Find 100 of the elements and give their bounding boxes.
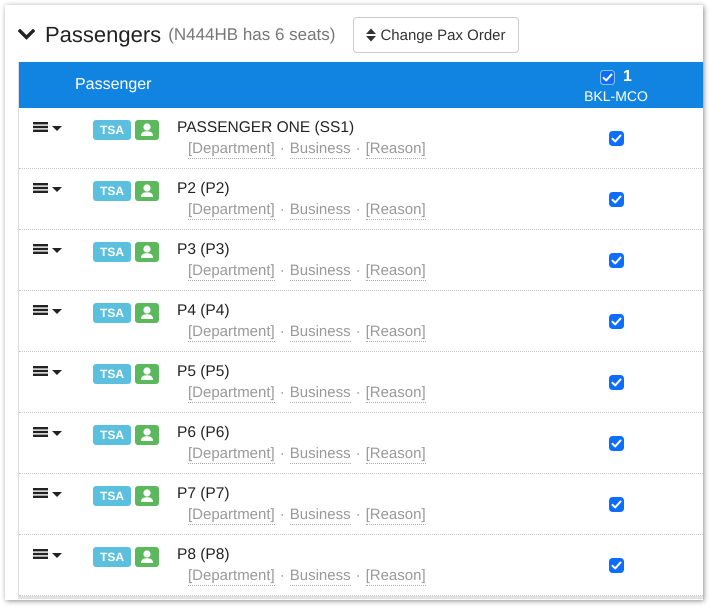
seat-count-text: (N444HB has 6 seats) [168,25,336,45]
detail-link[interactable]: [Department] [188,323,275,342]
detail-link[interactable]: [Department] [188,506,275,525]
detail-link[interactable]: Business [290,384,351,403]
caret-icon [52,431,62,436]
leg-checkbox[interactable] [600,70,616,84]
detail-link[interactable]: Business [290,262,351,281]
tag-badge: TSA [93,486,131,506]
separator-dot: · [280,567,285,585]
detail-link[interactable]: Business [290,445,351,464]
separator-dot: · [280,445,285,463]
detail-link[interactable]: [Reason] [366,323,426,342]
passenger-name: P5 (P5) [177,362,231,382]
separator-dot: · [280,506,285,524]
separator-dot: · [356,262,361,280]
person-icon [135,486,159,506]
caret-icon [52,248,62,253]
sort-icon [366,27,376,43]
detail-link[interactable]: [Reason] [366,262,426,281]
caret-icon [52,553,62,558]
detail-link[interactable]: Business [290,140,351,159]
menu-icon [33,366,48,376]
tag-badge: TSA [93,181,131,201]
row-menu-button[interactable] [33,488,62,498]
separator-dot: · [280,323,285,341]
checkbox[interactable] [608,374,624,390]
separator-dot: · [356,201,361,219]
checkbox[interactable] [608,130,624,146]
detail-link[interactable]: [Reason] [366,567,426,586]
separator-dot: · [280,262,285,280]
detail-link[interactable]: [Department] [188,201,275,220]
separator-dot: · [280,140,285,158]
person-icon [135,364,159,384]
tag-badge: TSA [93,364,131,384]
detail-link[interactable]: [Reason] [366,506,426,525]
section-title: Passengers [45,22,162,48]
row-menu-button[interactable] [33,366,62,376]
detail-link[interactable]: Business [290,323,351,342]
separator-dot: · [356,445,361,463]
menu-icon [33,122,48,132]
passenger-name: P4 (P4) [177,301,231,321]
tag-badge: TSA [93,425,131,445]
menu-icon [33,244,48,254]
row-menu-button[interactable] [33,244,62,254]
menu-icon [33,488,48,498]
checkbox[interactable] [608,558,624,572]
person-icon [135,425,159,445]
menu-icon [33,427,48,437]
separator-dot: · [280,384,285,402]
passenger-name: P8 (P8) [177,545,231,565]
caret-icon [52,187,62,192]
detail-link[interactable]: [Department] [188,445,275,464]
person-icon [135,242,159,262]
detail-link[interactable]: [Reason] [366,201,426,220]
detail-link[interactable]: [Department] [188,567,275,586]
column-header: Passenger [75,76,152,94]
checkbox[interactable] [608,252,624,268]
menu-icon [33,183,48,193]
tag-badge: TSA [93,120,131,140]
separator-dot: · [356,323,361,341]
caret-icon [52,370,62,375]
passenger-name: PASSENGER ONE (SS1) [177,118,356,138]
tag-badge: TSA [93,303,131,323]
row-menu-button[interactable] [33,427,62,437]
checkbox[interactable] [608,314,624,328]
person-icon [135,303,159,323]
person-icon [135,547,159,567]
menu-icon [33,549,48,559]
detail-link[interactable]: Business [290,567,351,586]
detail-link[interactable]: Business [290,201,351,220]
caret-icon [52,492,62,497]
detail-link[interactable]: [Reason] [366,445,426,464]
detail-link[interactable]: [Reason] [366,384,426,403]
passenger-name: P3 (P3) [177,240,231,260]
checkbox[interactable] [608,192,624,206]
detail-link[interactable]: [Department] [188,140,275,159]
leg-route: BKL-MCO [584,88,648,104]
detail-link[interactable]: [Department] [188,384,275,403]
detail-link[interactable]: [Reason] [366,140,426,159]
separator-dot: · [356,506,361,524]
row-menu-button[interactable] [33,183,62,193]
row-menu-button[interactable] [33,549,62,559]
person-icon [135,181,159,201]
caret-icon [52,126,62,131]
detail-link[interactable]: Business [290,506,351,525]
detail-link[interactable]: [Department] [188,262,275,281]
tag-badge: TSA [93,547,131,567]
chevron-down-icon[interactable] [18,28,35,40]
separator-dot: · [280,201,285,219]
menu-icon [33,305,48,315]
change-order-button[interactable]: Change Pax Order [353,17,519,53]
leg-number: 1 [623,68,632,86]
separator-dot: · [356,140,361,158]
checkbox[interactable] [608,496,624,512]
separator-dot: · [356,567,361,585]
person-icon [135,120,159,140]
checkbox[interactable] [608,436,624,450]
row-menu-button[interactable] [33,122,62,132]
row-menu-button[interactable] [33,305,62,315]
tag-badge: TSA [93,242,131,262]
